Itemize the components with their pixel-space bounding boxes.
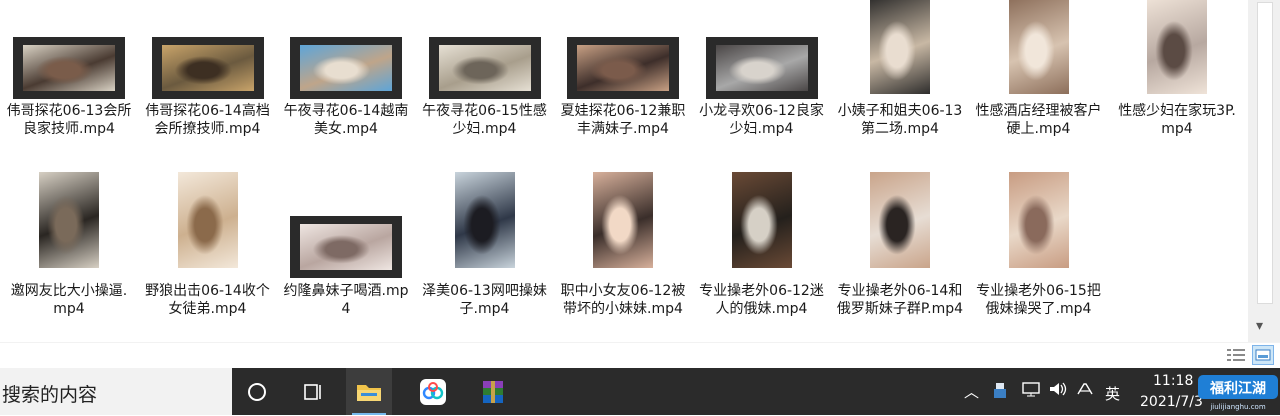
file-item[interactable]: 伟哥探花06-13会所良家技师.mp4 [0,0,138,138]
status-bar [0,342,1280,369]
large-icons-view-icon[interactable] [1252,345,1274,365]
winrar-icon [483,380,503,403]
thumbnail-container [139,0,277,99]
file-name-label: 野狼出击06-14收个女徒弟.mp4 [145,283,270,317]
task-view-button[interactable] [290,368,336,415]
volume-icon[interactable] [1048,381,1068,401]
video-thumbnail [428,37,541,99]
clock-date[interactable]: 2021/7/3 [1140,394,1203,410]
video-thumbnail [151,37,264,99]
thumbnail-container [1108,0,1246,98]
winrar-button[interactable] [470,368,516,415]
file-name-label: 性感酒店经理被客户硬上.mp4 [975,103,1102,137]
thumbnail-container [416,170,554,268]
cortana-button[interactable] [234,368,280,415]
thumbnail-container [693,0,831,99]
file-name-label: 小姨子和姐夫06-13第二场.mp4 [837,103,963,137]
video-thumbnail [705,37,818,99]
file-item[interactable]: 专业操老外06-14和俄罗斯妹子群P.mp4 [831,170,969,318]
thumbnail-container [0,170,138,268]
network-icon[interactable] [1022,381,1040,401]
image-thumbnail [454,172,515,268]
file-explorer-taskbar-button[interactable] [346,368,392,415]
image-thumbnail [870,0,930,94]
file-item[interactable]: 野狼出击06-14收个女徒弟.mp4 [139,170,277,318]
file-name-label: 伟哥探花06-14高档会所撩技师.mp4 [145,103,270,137]
file-item[interactable]: 午夜寻花06-14越南美女.mp4 [277,0,415,138]
video-thumbnail [290,216,402,278]
file-item[interactable]: 小姨子和姐夫06-13第二场.mp4 [831,0,969,138]
file-name-label: 职中小女友06-12被带坏的小妹妹.mp4 [560,283,686,317]
thumbnail-container [554,170,692,268]
usb-device-icon[interactable] [992,381,1008,403]
task-view-icon [304,383,321,400]
thumbnail-container [139,170,277,268]
file-name-label: 专业操老外06-14和俄罗斯妹子群P.mp4 [836,283,964,317]
watermark-url: jiulijianghu.com [1209,403,1266,411]
scrollbar-thumb[interactable] [1257,2,1273,304]
image-thumbnail [1008,0,1069,94]
thumbnail-container [554,0,692,99]
file-item[interactable]: 伟哥探花06-14高档会所撩技师.mp4 [139,0,277,138]
site-watermark-logo: 福利江湖 jiulijianghu.com [1198,372,1278,412]
file-name-label: 泽美06-13网吧操妹子.mp4 [422,283,547,317]
file-item[interactable]: 职中小女友06-12被带坏的小妹妹.mp4 [554,170,692,318]
thumbnail-container [831,0,969,98]
file-name-label: 专业操老外06-12迷人的俄妹.mp4 [699,283,824,317]
image-thumbnail [731,172,792,268]
file-item[interactable]: 午夜寻花06-15性感少妇.mp4 [416,0,554,138]
scroll-down-arrow-icon[interactable]: ▾ [1256,318,1263,334]
taskbar: 搜索的内容 ︿ 英 11:18 2021/7/3 福利江湖 jiulijiang… [0,368,1280,415]
video-thumbnail [567,37,679,99]
image-thumbnail [39,172,99,268]
file-item[interactable]: 泽美06-13网吧操妹子.mp4 [416,170,554,318]
file-item[interactable]: 小龙寻欢06-12良家少妇.mp4 [693,0,831,138]
file-name-label: 性感少妇在家玩3P.mp4 [1118,103,1236,137]
search-placeholder: 搜索的内容 [2,384,98,406]
thumbnail-container [277,170,415,278]
baidu-netdisk-icon [420,378,446,405]
file-name-label: 小龙寻欢06-12良家少妇.mp4 [699,103,824,137]
video-thumbnail [290,37,402,99]
file-item[interactable]: 专业操老外06-15把俄妹操哭了.mp4 [970,170,1108,318]
image-thumbnail [870,172,930,268]
input-keyboard-icon[interactable] [1076,381,1096,401]
image-thumbnail [1008,172,1069,268]
thumbnail-container [416,0,554,99]
file-item[interactable]: 约隆鼻妹子喝酒.mp4 [277,170,415,318]
taskbar-search-box[interactable]: 搜索的内容 [0,368,232,415]
file-item[interactable]: 夏娃探花06-12兼职丰满妹子.mp4 [554,0,692,138]
image-thumbnail [593,172,653,268]
file-name-label: 专业操老外06-15把俄妹操哭了.mp4 [976,283,1101,317]
file-name-label: 邀网友比大小操逼.mp4 [10,283,128,317]
thumbnail-container [0,0,138,99]
file-name-label: 夏娃探花06-12兼职丰满妹子.mp4 [560,103,686,137]
video-thumbnail [13,37,125,99]
thumbnail-container [693,170,831,268]
show-hidden-icons-chevron-icon[interactable]: ︿ [964,381,979,402]
file-explorer-view: 伟哥探花06-13会所良家技师.mp4 伟哥探花06-14高档会所撩技师.mp4 午… [0,0,1248,342]
thumbnail-container [970,170,1108,268]
vertical-scrollbar[interactable]: ▾ [1248,0,1280,342]
ime-language-indicator[interactable]: 英 [1105,383,1120,404]
details-view-icon[interactable] [1226,347,1246,363]
file-name-label: 午夜寻花06-15性感少妇.mp4 [422,103,547,137]
svg-text:福利江湖: 福利江湖 [1209,380,1266,397]
image-thumbnail [177,172,238,268]
clock-time[interactable]: 11:18 [1153,373,1193,389]
file-item[interactable]: 性感少妇在家玩3P.mp4 [1108,0,1246,138]
file-item[interactable]: 性感酒店经理被客户硬上.mp4 [970,0,1108,138]
image-thumbnail [1147,0,1207,94]
file-item[interactable]: 邀网友比大小操逼.mp4 [0,170,138,318]
file-name-label: 午夜寻花06-14越南美女.mp4 [283,103,409,137]
folder-icon [357,384,381,401]
thumbnail-container [831,170,969,268]
thumbnail-container [970,0,1108,98]
file-item[interactable]: 专业操老外06-12迷人的俄妹.mp4 [693,170,831,318]
baidu-netdisk-button[interactable] [410,368,456,415]
file-name-label: 约隆鼻妹子喝酒.mp4 [283,283,409,317]
cortana-circle-icon [248,382,266,401]
file-name-label: 伟哥探花06-13会所良家技师.mp4 [6,103,132,137]
thumbnail-container [277,0,415,99]
